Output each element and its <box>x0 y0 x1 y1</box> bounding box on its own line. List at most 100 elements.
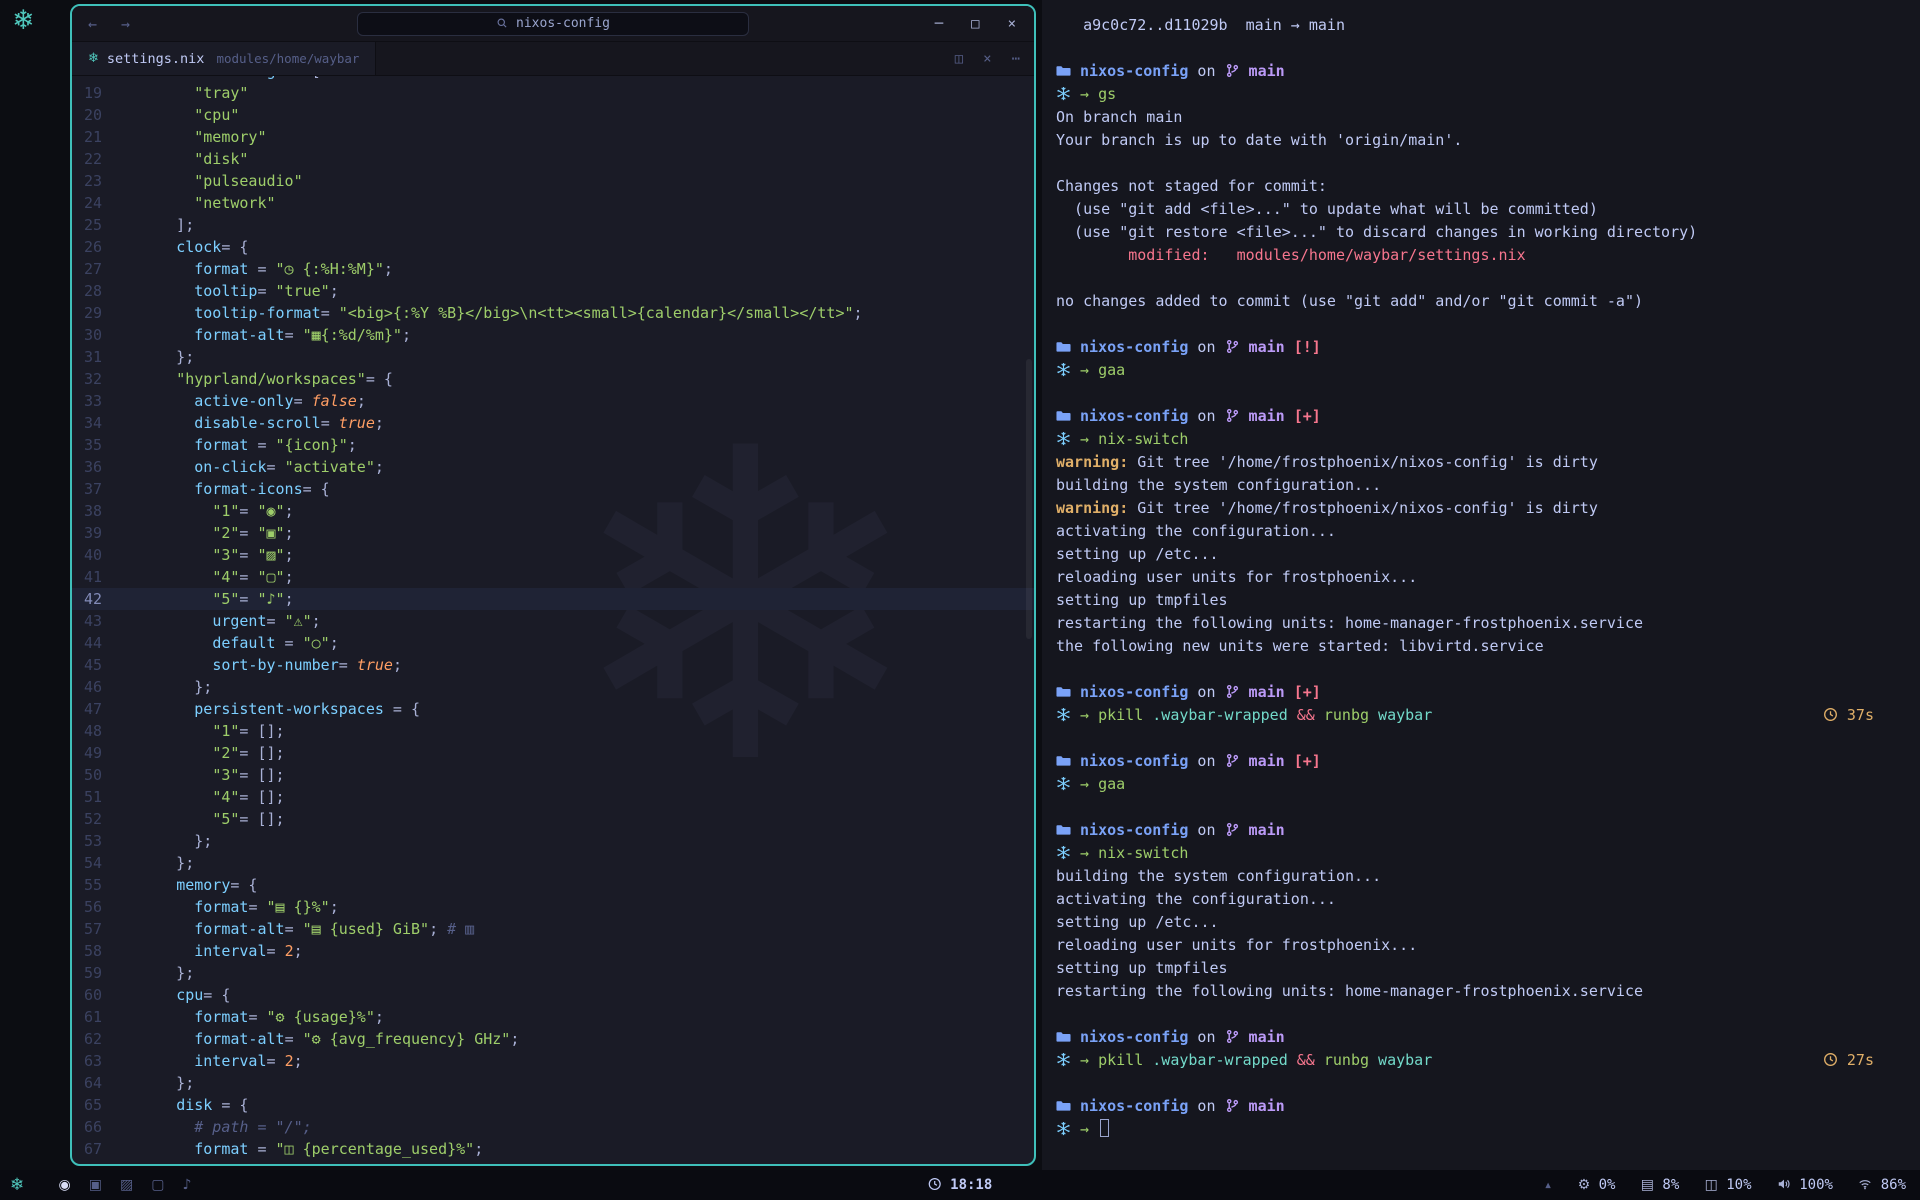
line-number: 29 <box>72 302 122 324</box>
more-options-icon[interactable]: ⋯ <box>1012 51 1020 67</box>
editor-window: ← → nixos-config ─ □ × ❄ settings.nix mo… <box>70 4 1036 1166</box>
command-line: → gaa <box>1056 773 1920 796</box>
scrollbar[interactable] <box>1026 359 1032 639</box>
waybar-workspaces: ❄ ◉▣▨▢♪ <box>0 1175 200 1195</box>
clock-time: 18:18 <box>942 1177 993 1193</box>
code-line: 53 }; <box>72 830 1034 852</box>
code-line: 61 format= "⚙ {usage}%"; <box>72 1006 1034 1028</box>
nixos-launcher-icon[interactable]: ❄ <box>10 1175 24 1195</box>
command-line: → pkill .waybar-wrapped && runbg waybar … <box>1056 1049 1920 1072</box>
workspace-5[interactable]: ♪ <box>173 1177 200 1193</box>
prompt-line: nixos-config on main [!] <box>1056 336 1920 359</box>
branch-icon <box>1225 683 1240 701</box>
nav-forward-button[interactable]: → <box>121 15 130 33</box>
command-line: → pkill .waybar-wrapped && runbg waybar … <box>1056 704 1920 727</box>
snow-icon <box>1056 85 1071 103</box>
cpu-icon[interactable]: ⚙ <box>1578 1177 1591 1193</box>
line-number: 67 <box>72 1138 122 1160</box>
terminal-line: activating the configuration... <box>1056 888 1920 911</box>
code-line: 26 clock= { <box>72 236 1034 258</box>
clock-icon <box>1823 1051 1838 1069</box>
close-tab-icon[interactable]: × <box>983 51 991 67</box>
code-editor[interactable]: ❄ 18 modules-right= [19 "tray"20 "cpu"21… <box>72 76 1034 1164</box>
line-number: 28 <box>72 280 122 302</box>
search-icon <box>496 17 508 31</box>
tab-settings-nix[interactable]: ❄ settings.nix modules/home/waybar <box>72 42 376 75</box>
prompt-line: nixos-config on main [+] <box>1056 405 1920 428</box>
volume-icon[interactable] <box>1777 1177 1791 1193</box>
terminal-line: (use "git add <file>..." to update what … <box>1056 198 1920 221</box>
terminal-line: reloading user units for frostphoenix... <box>1056 566 1920 589</box>
disk-icon[interactable]: ◫ <box>1705 1177 1718 1193</box>
terminal-line <box>1056 727 1920 750</box>
code-line: 55 memory= { <box>72 874 1034 896</box>
terminal-line: setting up /etc... <box>1056 911 1920 934</box>
workspace-2[interactable]: ▣ <box>80 1177 111 1193</box>
code-line: 28 tooltip= "true"; <box>72 280 1034 302</box>
terminal-line: setting up tmpfiles <box>1056 589 1920 612</box>
close-button[interactable]: × <box>1008 16 1016 32</box>
code-line: 33 active-only= false; <box>72 390 1034 412</box>
prompt-line: nixos-config on main <box>1056 1095 1920 1118</box>
project-name: nixos-config <box>516 16 610 31</box>
maximize-button[interactable]: □ <box>971 16 979 32</box>
terminal-line: building the system configuration... <box>1056 865 1920 888</box>
code-line: 21 "memory" <box>72 126 1034 148</box>
line-number: 32 <box>72 368 122 390</box>
line-number: 66 <box>72 1116 122 1138</box>
nix-file-icon: ❄ <box>88 51 99 66</box>
folder-icon <box>1056 821 1071 839</box>
terminal-line: restarting the following units: home-man… <box>1056 980 1920 1003</box>
line-number: 24 <box>72 192 122 214</box>
line-number: 42 <box>72 588 122 610</box>
line-number: 55 <box>72 874 122 896</box>
line-number: 45 <box>72 654 122 676</box>
code-line: 32 "hyprland/workspaces"= { <box>72 368 1034 390</box>
code-line: 60 cpu= { <box>72 984 1034 1006</box>
terminal-line: the following new units were started: li… <box>1056 635 1920 658</box>
clock-icon <box>928 1177 942 1193</box>
code-line: 64 }; <box>72 1072 1034 1094</box>
line-number: 48 <box>72 720 122 742</box>
tray-arrow[interactable]: ▴ <box>1544 1177 1552 1193</box>
code-line: 65 disk = { <box>72 1094 1034 1116</box>
minimize-button[interactable]: ─ <box>935 16 943 32</box>
command-line: → nix-switch <box>1056 842 1920 865</box>
workspace-3[interactable]: ▨ <box>111 1177 142 1193</box>
tab-actions: ◫ × ⋯ <box>955 51 1020 67</box>
snow-icon <box>1056 706 1071 724</box>
terminal-line <box>1056 382 1920 405</box>
terminal-line: restarting the following units: home-man… <box>1056 612 1920 635</box>
workspace-4[interactable]: ▢ <box>142 1177 173 1193</box>
nav-back-button[interactable]: ← <box>88 15 97 33</box>
waybar-clock: 18:18 <box>928 1177 993 1193</box>
code-line: 43 urgent= "⚠"; <box>72 610 1034 632</box>
project-search-button[interactable]: nixos-config <box>357 12 749 36</box>
line-number: 20 <box>72 104 122 126</box>
code-line: 44 default = "○"; <box>72 632 1034 654</box>
split-pane-icon[interactable]: ◫ <box>955 51 963 67</box>
workspace-1[interactable]: ◉ <box>50 1177 80 1193</box>
code-line: 56 format= "▤ {}%"; <box>72 896 1034 918</box>
line-number: 43 <box>72 610 122 632</box>
terminal-line: reloading user units for frostphoenix... <box>1056 934 1920 957</box>
code-line: 39 "2"= "▣"; <box>72 522 1034 544</box>
folder-icon <box>1056 752 1071 770</box>
code-line: 37 format-icons= { <box>72 478 1034 500</box>
terminal-window[interactable]: a9c0c72..d11029b main → main nixos-confi… <box>1042 0 1920 1170</box>
network-icon[interactable] <box>1858 1177 1872 1193</box>
terminal-line <box>1056 152 1920 175</box>
terminal-line: warning: Git tree '/home/frostphoenix/ni… <box>1056 497 1920 520</box>
branch-icon <box>1225 1028 1240 1046</box>
line-number: 27 <box>72 258 122 280</box>
code-line: 38 "1"= "◉"; <box>72 500 1034 522</box>
line-number: 34 <box>72 412 122 434</box>
command-line: → <box>1056 1118 1920 1141</box>
terminal-line: no changes added to commit (use "git add… <box>1056 290 1920 313</box>
code-line: 58 interval= 2; <box>72 940 1034 962</box>
line-number: 54 <box>72 852 122 874</box>
code-line: 48 "1"= []; <box>72 720 1034 742</box>
memory-icon[interactable]: ▤ <box>1641 1177 1654 1193</box>
code-line: 34 disable-scroll= true; <box>72 412 1034 434</box>
code-line: 62 format-alt= "⚙ {avg_frequency} GHz"; <box>72 1028 1034 1050</box>
